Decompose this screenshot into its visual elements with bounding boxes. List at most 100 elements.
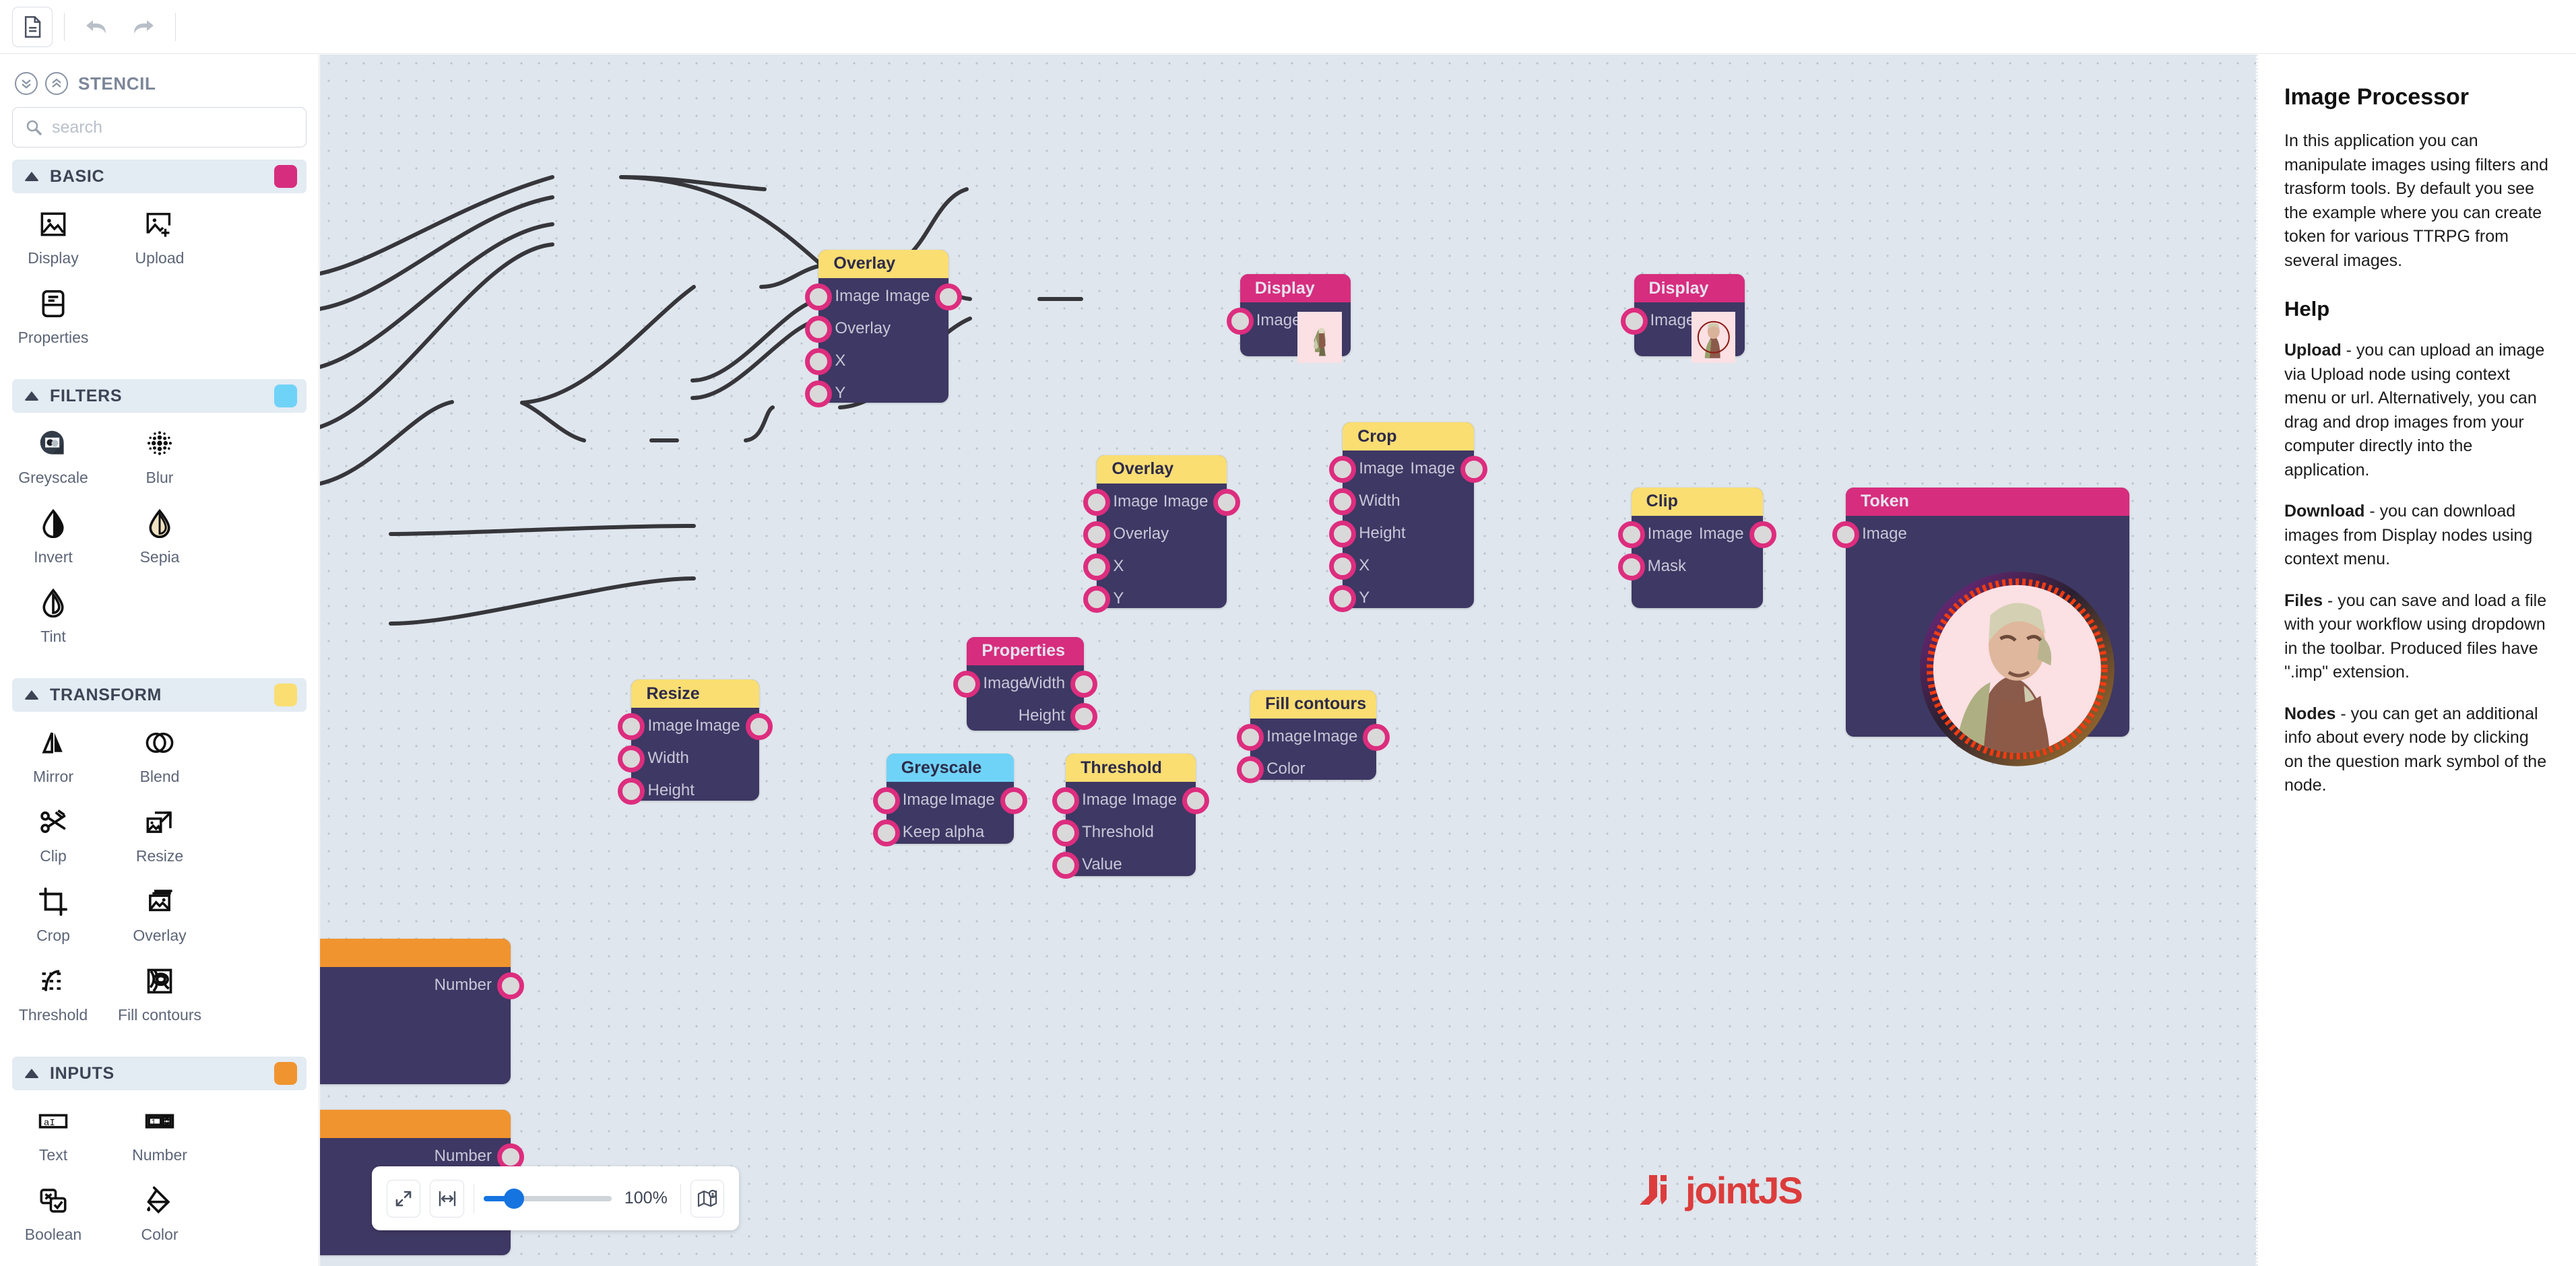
graph-node-number[interactable]: Number Number: [320, 938, 524, 1084]
input-port-image[interactable]: [1832, 521, 1860, 548]
output-port-number[interactable]: [497, 972, 524, 999]
stencil-item-properties[interactable]: Properties: [0, 285, 106, 347]
graph-node-overlay[interactable]: Overlay Image Overlay X Y Image: [1083, 455, 1241, 613]
stencil-item-color[interactable]: Color: [106, 1182, 213, 1244]
node-title-bar[interactable]: Overlay: [818, 249, 949, 278]
graph-node-clip[interactable]: Clip Image Mask Image: [1617, 487, 1776, 609]
graph-node-threshold[interactable]: Threshold Image Threshold Value Image: [1052, 754, 1210, 879]
input-port-x[interactable]: [1329, 553, 1357, 580]
node-title-bar[interactable]: Fill contours: [1250, 690, 1377, 719]
output-port-image[interactable]: [1363, 723, 1390, 751]
stencil-item-fill-contours[interactable]: Fill contours: [106, 962, 213, 1024]
graph-node-overlay[interactable]: Overlay Image Overlay X Y Image: [805, 249, 963, 407]
stencil-item-invert[interactable]: Invert: [0, 504, 106, 566]
stencil-item-overlay[interactable]: Overlay: [106, 883, 213, 945]
input-port-x[interactable]: [805, 347, 833, 375]
input-port-image[interactable]: [1620, 308, 1648, 335]
graph-node-token[interactable]: Token Image: [1832, 487, 2129, 766]
file-menu-button[interactable]: [12, 6, 53, 47]
node-title-bar[interactable]: Overlay: [1097, 455, 1227, 484]
output-port-image[interactable]: [745, 713, 773, 741]
stencil-item-sepia[interactable]: Sepia: [106, 504, 213, 566]
graph-node-crop[interactable]: Crop Image Width Height X Y Image: [1329, 422, 1488, 613]
input-port-image[interactable]: [1052, 787, 1080, 815]
input-port-keep-alpha[interactable]: [872, 820, 900, 847]
stencil-item-tint[interactable]: Tint: [0, 584, 106, 646]
stencil-item-blend[interactable]: Blend: [106, 724, 213, 786]
minimap-button[interactable]: [690, 1179, 724, 1218]
graph-node-properties[interactable]: Properties Image Width Height: [953, 636, 1098, 731]
graph-canvas[interactable]: Number Number Overlay Image Overlay X Y …: [320, 55, 2256, 1266]
node-title-bar[interactable]: Clip: [1631, 487, 1763, 516]
redo-button[interactable]: [123, 6, 164, 47]
stencil-item-display[interactable]: Display: [0, 205, 106, 267]
input-port-width[interactable]: [1329, 488, 1357, 516]
node-title-bar[interactable]: Display: [1634, 274, 1745, 303]
output-port-image[interactable]: [1213, 488, 1241, 516]
input-port-mask[interactable]: [1617, 553, 1645, 580]
stencil-search[interactable]: [12, 107, 307, 147]
node-title-bar[interactable]: Token: [1846, 487, 2129, 516]
input-port-image[interactable]: [1617, 521, 1645, 548]
output-port-width[interactable]: [1070, 670, 1098, 698]
zoom-slider-handle[interactable]: [503, 1188, 524, 1209]
graph-node-display[interactable]: Display Image: [1620, 274, 1745, 363]
stencil-item-upload[interactable]: Upload: [106, 205, 213, 267]
fit-to-content-button[interactable]: [387, 1179, 421, 1218]
input-port-width[interactable]: [618, 745, 645, 773]
expand-all-button[interactable]: [15, 72, 38, 95]
stencil-item-clip[interactable]: Clip: [0, 803, 106, 865]
graph-node-fill-contours[interactable]: Fill contours Image Color Image: [1237, 690, 1390, 783]
stencil-item-boolean[interactable]: Boolean: [0, 1182, 106, 1244]
node-title-bar[interactable]: Number: [320, 1110, 511, 1139]
input-port-overlay[interactable]: [805, 315, 833, 343]
input-port-image[interactable]: [1083, 488, 1111, 516]
graph-node-greyscale[interactable]: Greyscale Image Keep alpha Image: [872, 754, 1027, 847]
input-port-value[interactable]: [1052, 852, 1080, 879]
undo-button[interactable]: [76, 6, 117, 47]
stencil-group-header-basic[interactable]: BASIC: [12, 160, 307, 193]
stencil-item-mirror[interactable]: Mirror: [0, 724, 106, 786]
input-port-threshold[interactable]: [1052, 820, 1080, 847]
stencil-item-text[interactable]: aI Text: [0, 1102, 106, 1164]
stencil-item-blur[interactable]: Blur: [106, 425, 213, 487]
node-title-bar[interactable]: Number: [320, 938, 511, 967]
stencil-item-number[interactable]: 1 Number: [106, 1102, 213, 1164]
input-port-image[interactable]: [1226, 308, 1254, 335]
stencil-group-header-inputs[interactable]: INPUTS: [12, 1057, 307, 1090]
input-port-image[interactable]: [1237, 723, 1264, 751]
output-port-image[interactable]: [935, 283, 963, 310]
node-title-bar[interactable]: Crop: [1343, 422, 1475, 451]
node-title-bar[interactable]: Resize: [631, 679, 759, 708]
input-port-color[interactable]: [1237, 756, 1264, 783]
graph-node-resize[interactable]: Resize Image Width Height Image: [618, 679, 773, 805]
collapse-all-button[interactable]: [45, 72, 68, 95]
input-port-image[interactable]: [872, 787, 900, 815]
stencil-item-threshold[interactable]: Threshold: [0, 962, 106, 1024]
zoom-slider[interactable]: [483, 1188, 612, 1209]
input-port-image[interactable]: [805, 283, 833, 310]
node-title-bar[interactable]: Properties: [967, 636, 1085, 665]
input-port-image[interactable]: [618, 713, 645, 741]
input-port-y[interactable]: [1083, 585, 1111, 613]
input-port-overlay[interactable]: [1083, 521, 1111, 548]
graph-node-display[interactable]: Display Image: [1226, 274, 1351, 363]
node-title-bar[interactable]: Threshold: [1066, 754, 1196, 782]
output-port-image[interactable]: [1749, 521, 1776, 548]
input-port-y[interactable]: [805, 380, 833, 407]
input-port-height[interactable]: [1329, 521, 1357, 548]
output-port-height[interactable]: [1070, 702, 1098, 730]
mirror-icon: [34, 724, 72, 762]
stencil-item-resize[interactable]: Resize: [106, 803, 213, 865]
input-port-x[interactable]: [1083, 553, 1111, 580]
input-port-image[interactable]: [1329, 456, 1357, 484]
search-input[interactable]: [51, 116, 294, 138]
stencil-group-header-filters[interactable]: FILTERS: [12, 379, 307, 413]
stencil-item-greyscale[interactable]: Greyscale: [0, 425, 106, 487]
node-title-bar[interactable]: Greyscale: [886, 754, 1014, 782]
input-port-image[interactable]: [953, 670, 981, 698]
stencil-item-crop[interactable]: Crop: [0, 883, 106, 945]
fit-to-width-button[interactable]: [430, 1179, 464, 1218]
node-title-bar[interactable]: Display: [1239, 274, 1351, 303]
stencil-group-header-transform[interactable]: TRANSFORM: [12, 678, 307, 712]
